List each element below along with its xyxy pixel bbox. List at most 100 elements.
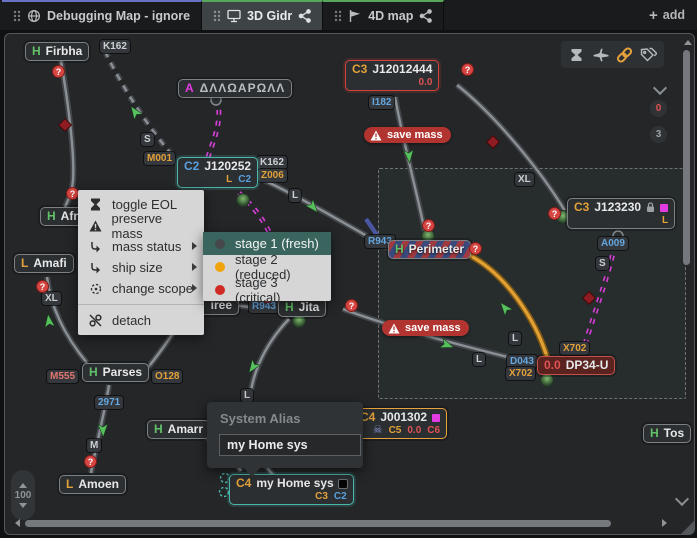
grip-icon [213, 10, 221, 22]
add-label: add [663, 8, 685, 22]
edge-label: K162 [257, 156, 287, 169]
security-class: C4 [236, 476, 251, 491]
add-map-button[interactable]: + add [637, 0, 697, 30]
security-class: L [21, 256, 28, 271]
menu-label: change scope [112, 281, 193, 296]
warning-icon [370, 130, 382, 141]
zoom-level: 100 [15, 490, 32, 501]
menu-label: mass status [112, 239, 181, 254]
scroll-right-icon[interactable] [662, 519, 667, 527]
counter-badge-red[interactable]: 0 [650, 100, 667, 117]
grip-icon [334, 10, 342, 22]
edge-label: S [596, 257, 609, 270]
scroll-left-icon[interactable] [15, 519, 20, 527]
counter-badge-gray[interactable]: 3 [650, 126, 667, 143]
menu-label: stage 3 (critical) [235, 275, 319, 305]
horizontal-scrollbar-thumb[interactable] [25, 520, 611, 527]
menu-item-preserve-mass[interactable]: preserve mass [78, 215, 204, 236]
edge-label: XL [42, 292, 61, 305]
branch-arrow-icon [88, 262, 103, 274]
system-node-dp34u[interactable]: 0.0DP34-U [537, 356, 615, 375]
menu-item-ship-size[interactable]: ship size [78, 257, 204, 278]
vertical-scrollbar-thumb[interactable] [683, 50, 690, 265]
edge-label: M555 [47, 370, 78, 383]
tags-filter-button[interactable] [639, 45, 658, 64]
warning-icon [88, 220, 103, 232]
zoom-in-button[interactable] [19, 483, 27, 488]
resize-handle[interactable] [681, 521, 694, 534]
system-node-amoen[interactable]: LAmoen [59, 475, 126, 494]
edge-label: S [141, 133, 154, 146]
status-square-icon [660, 204, 668, 212]
system-node-firbha[interactable]: HFirbha [25, 42, 89, 61]
connections-filter-button[interactable] [615, 45, 634, 64]
submenu-item-stage3[interactable]: stage 3 (critical) [203, 278, 331, 301]
menu-label: ship size [112, 260, 163, 275]
dialog-pointer [243, 467, 261, 477]
system-node-amafi[interactable]: L Amafi [14, 254, 74, 273]
submenu-arrow-icon [192, 284, 197, 292]
tab-debugging-map[interactable]: Debugging Map - ignore [2, 0, 202, 30]
security-class: H [154, 422, 163, 437]
system-name: Amafi [33, 256, 66, 271]
tab-4d-map[interactable]: 4D map [323, 0, 444, 30]
collapse-panel-button[interactable] [649, 80, 671, 97]
statics-tag: L [226, 174, 232, 185]
system-name: J001302 [380, 410, 427, 425]
mass-value: 0.0 [407, 425, 421, 436]
eol-filter-button[interactable] [567, 45, 586, 64]
statics-tag: C6 [427, 425, 440, 436]
scroll-down-icon[interactable] [675, 492, 689, 506]
status-unknown-badge: ? [52, 65, 65, 78]
system-node-perimeter[interactable]: HPerimeter [388, 240, 471, 259]
system-node-j123230[interactable]: C3J123230 L [567, 198, 675, 229]
scope-icon [88, 283, 103, 295]
system-node-amarr[interactable]: HAmarr [147, 420, 210, 439]
system-name: J120252 [204, 159, 251, 174]
save-mass-badge: save mass [364, 127, 451, 143]
system-node-parses[interactable]: HParses [82, 363, 149, 382]
submenu-arrow-icon [192, 242, 197, 250]
scroll-up-icon[interactable] [684, 40, 692, 45]
ship-size-filter-button[interactable] [591, 45, 610, 64]
zoom-out-button[interactable] [19, 503, 27, 508]
statics-tag: C3 [315, 491, 328, 502]
system-node-home[interactable]: C4my Home sys C3C2 [229, 474, 354, 505]
edge-label: L [473, 353, 485, 366]
share-icon[interactable] [419, 9, 432, 23]
tab-3d-gidr[interactable]: 3D Gidr [202, 0, 323, 30]
security-class: C2 [184, 159, 199, 174]
status-square-icon [432, 414, 440, 422]
edge-label: M [87, 439, 101, 452]
stage1-dot-icon [215, 239, 225, 249]
status-unknown-badge: ? [469, 242, 482, 255]
edge-label: X702 [506, 367, 535, 380]
system-name: ΔΛΛΩΑΡΩΛΛ [200, 81, 286, 96]
system-node-j12012444[interactable]: C3J12012444 0.0 [345, 60, 439, 91]
share-icon[interactable] [298, 9, 311, 23]
mass-value: 0.0 [419, 77, 433, 88]
alias-input[interactable] [219, 434, 361, 456]
system-node-j001302[interactable]: C4J001302 ☠C50.0C6 [353, 408, 447, 439]
tab-label: 4D map [368, 9, 413, 23]
system-node-j120252[interactable]: C2J120252 LC2 [177, 157, 258, 188]
system-alias-dialog: System Alias [207, 402, 363, 468]
menu-item-mass-status[interactable]: mass status [78, 236, 204, 257]
menu-item-change-scope[interactable]: change scope [78, 278, 204, 299]
system-name: J123230 [594, 200, 641, 215]
menu-item-detach[interactable]: detach [78, 310, 204, 331]
hourglass-icon [88, 198, 103, 211]
mass-status-submenu: stage 1 (fresh) stage 2 (reduced) stage … [203, 232, 331, 301]
system-name: Parses [103, 365, 142, 380]
edge-label: X702 [560, 342, 589, 355]
statics-tag: C2 [238, 174, 251, 185]
system-node-trig[interactable]: AΔΛΛΩΑΡΩΛΛ [178, 79, 292, 98]
stage2-dot-icon [215, 262, 225, 272]
system-name: Firbha [46, 44, 83, 59]
security-class: C3 [574, 200, 589, 215]
status-unknown-badge: ? [36, 280, 49, 293]
system-node-tos[interactable]: HTos [643, 424, 691, 443]
map-canvas[interactable]: K162 M001 K162 Z006 I182 R943 R943 A009 … [4, 33, 695, 535]
edge-label: M001 [144, 152, 175, 165]
security-class: H [47, 209, 56, 224]
